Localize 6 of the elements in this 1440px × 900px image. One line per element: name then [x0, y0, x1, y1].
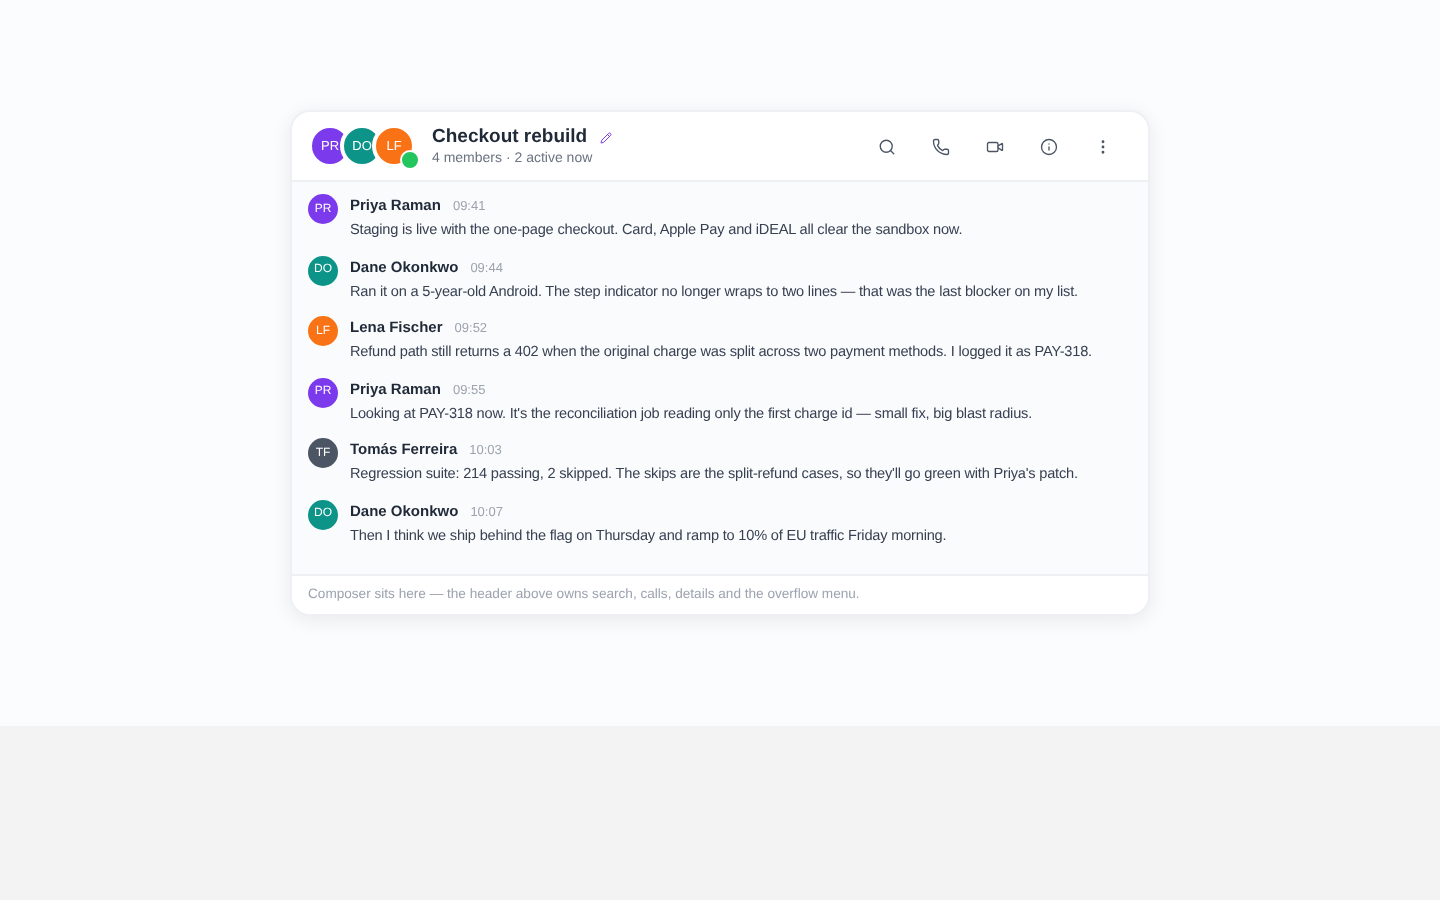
search-icon [878, 137, 896, 155]
phone-icon [932, 137, 950, 155]
info-icon [1040, 137, 1058, 155]
video-camera-icon [986, 137, 1004, 155]
chat-title: Checkout rebuild [432, 126, 588, 148]
pencil-icon[interactable] [599, 131, 612, 143]
